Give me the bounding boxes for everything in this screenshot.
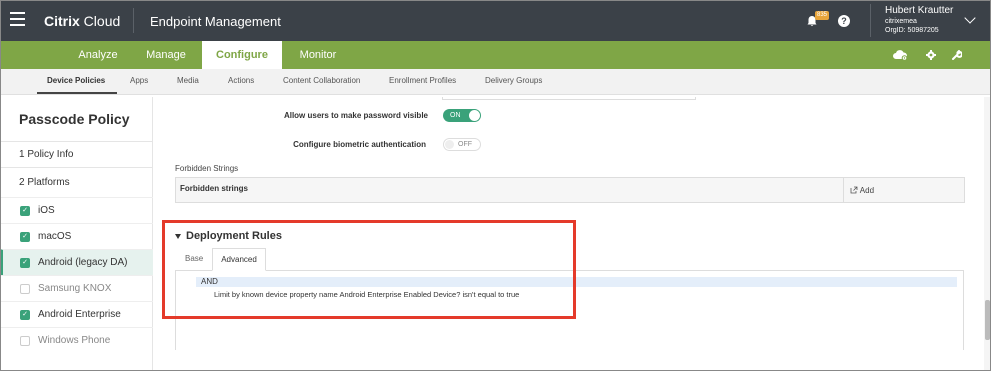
tab-configure[interactable]: Configure <box>202 41 282 69</box>
platform-label: macOS <box>38 231 72 242</box>
active-subtab-indicator <box>37 92 117 94</box>
sub-nav: Device Policies Apps Media Actions Conte… <box>0 69 991 95</box>
highlight-annotation <box>162 220 576 319</box>
toggle-knob <box>469 110 480 121</box>
brand-name-bold: Citrix <box>44 13 80 29</box>
brand-logo: Citrix Cloud <box>44 13 120 29</box>
notification-badge: 835 <box>815 11 830 20</box>
checkbox-unchecked-icon[interactable] <box>20 284 30 294</box>
forbidden-strings-header: Forbidden strings <box>180 184 248 193</box>
user-divider <box>870 4 871 37</box>
checkbox-checked-icon[interactable]: ✓ <box>20 310 30 320</box>
subtab-actions[interactable]: Actions <box>228 76 254 85</box>
help-icon[interactable]: ? <box>838 15 850 27</box>
toggle-state: OFF <box>458 141 472 148</box>
scrollbar-thumb[interactable] <box>985 300 990 340</box>
checkbox-checked-icon[interactable]: ✓ <box>20 232 30 242</box>
forbidden-strings-label: Forbidden Strings <box>175 164 239 173</box>
subtab-delivery-groups[interactable]: Delivery Groups <box>485 76 542 85</box>
platform-macos[interactable]: ✓ macOS <box>0 223 153 249</box>
user-org: citrixemea <box>885 18 917 25</box>
policy-title: Passcode Policy <box>19 111 130 127</box>
checkbox-checked-icon[interactable]: ✓ <box>20 258 30 268</box>
main-nav: Analyze Manage Configure Monitor <box>0 41 991 69</box>
toggle-knob <box>445 140 454 149</box>
platform-samsung-knox[interactable]: Samsung KNOX <box>0 275 153 301</box>
platform-windows-phone[interactable]: Windows Phone <box>0 327 153 353</box>
column-divider <box>843 178 844 202</box>
wrench-icon[interactable] <box>951 50 962 61</box>
password-visible-toggle[interactable]: ON <box>443 109 481 122</box>
gear-icon[interactable] <box>926 50 936 60</box>
platform-label: Windows Phone <box>38 335 111 346</box>
top-bar: Citrix Cloud Endpoint Management 835 ? H… <box>0 0 991 41</box>
text-field-partial[interactable] <box>442 97 696 100</box>
platform-label: iOS <box>38 205 55 216</box>
platform-android-legacy[interactable]: ✓ Android (legacy DA) <box>0 249 153 275</box>
platform-label: Samsung KNOX <box>38 283 112 294</box>
add-forbidden-string-button[interactable]: Add <box>850 186 874 195</box>
toggle-state: ON <box>450 112 461 119</box>
subtab-media[interactable]: Media <box>177 76 199 85</box>
password-visible-label: Allow users to make password visible <box>283 111 428 120</box>
add-label: Add <box>859 186 875 195</box>
subtab-apps[interactable]: Apps <box>130 76 148 85</box>
subtab-device-policies[interactable]: Device Policies <box>47 76 105 85</box>
checkbox-checked-icon[interactable]: ✓ <box>20 206 30 216</box>
step-policy-info[interactable]: 1 Policy Info <box>0 141 153 167</box>
tab-manage[interactable]: Manage <box>136 41 196 69</box>
cloud-settings-icon[interactable] <box>892 49 908 61</box>
forbidden-strings-table <box>175 177 965 203</box>
user-orgid: OrgID: 50987205 <box>885 27 939 34</box>
step-platforms[interactable]: 2 Platforms <box>0 167 153 197</box>
tab-monitor[interactable]: Monitor <box>288 41 348 69</box>
user-menu[interactable]: Hubert Krautter citrixemea OrgID: 509872… <box>885 5 953 35</box>
subtab-content-collaboration[interactable]: Content Collaboration <box>283 76 360 85</box>
platform-label: Android (legacy DA) <box>38 257 128 268</box>
user-name: Hubert Krautter <box>885 5 954 16</box>
brand-divider <box>133 8 134 33</box>
platform-android-enterprise[interactable]: ✓ Android Enterprise <box>0 301 153 327</box>
biometric-label: Configure biometric authentication <box>293 140 426 149</box>
menu-icon[interactable] <box>10 12 25 26</box>
chevron-down-icon[interactable] <box>964 12 976 24</box>
subtab-enrollment-profiles[interactable]: Enrollment Profiles <box>389 76 456 85</box>
checkbox-unchecked-icon[interactable] <box>20 336 30 346</box>
brand-name-rest: Cloud <box>79 13 121 29</box>
policy-sidebar: Passcode Policy 1 Policy Info 2 Platform… <box>0 97 153 371</box>
platform-ios[interactable]: ✓ iOS <box>0 197 153 223</box>
tab-analyze[interactable]: Analyze <box>68 41 128 69</box>
add-icon <box>850 186 858 194</box>
product-name: Endpoint Management <box>150 14 281 29</box>
platform-label: Android Enterprise <box>38 309 121 320</box>
biometric-toggle[interactable]: OFF <box>443 138 481 151</box>
